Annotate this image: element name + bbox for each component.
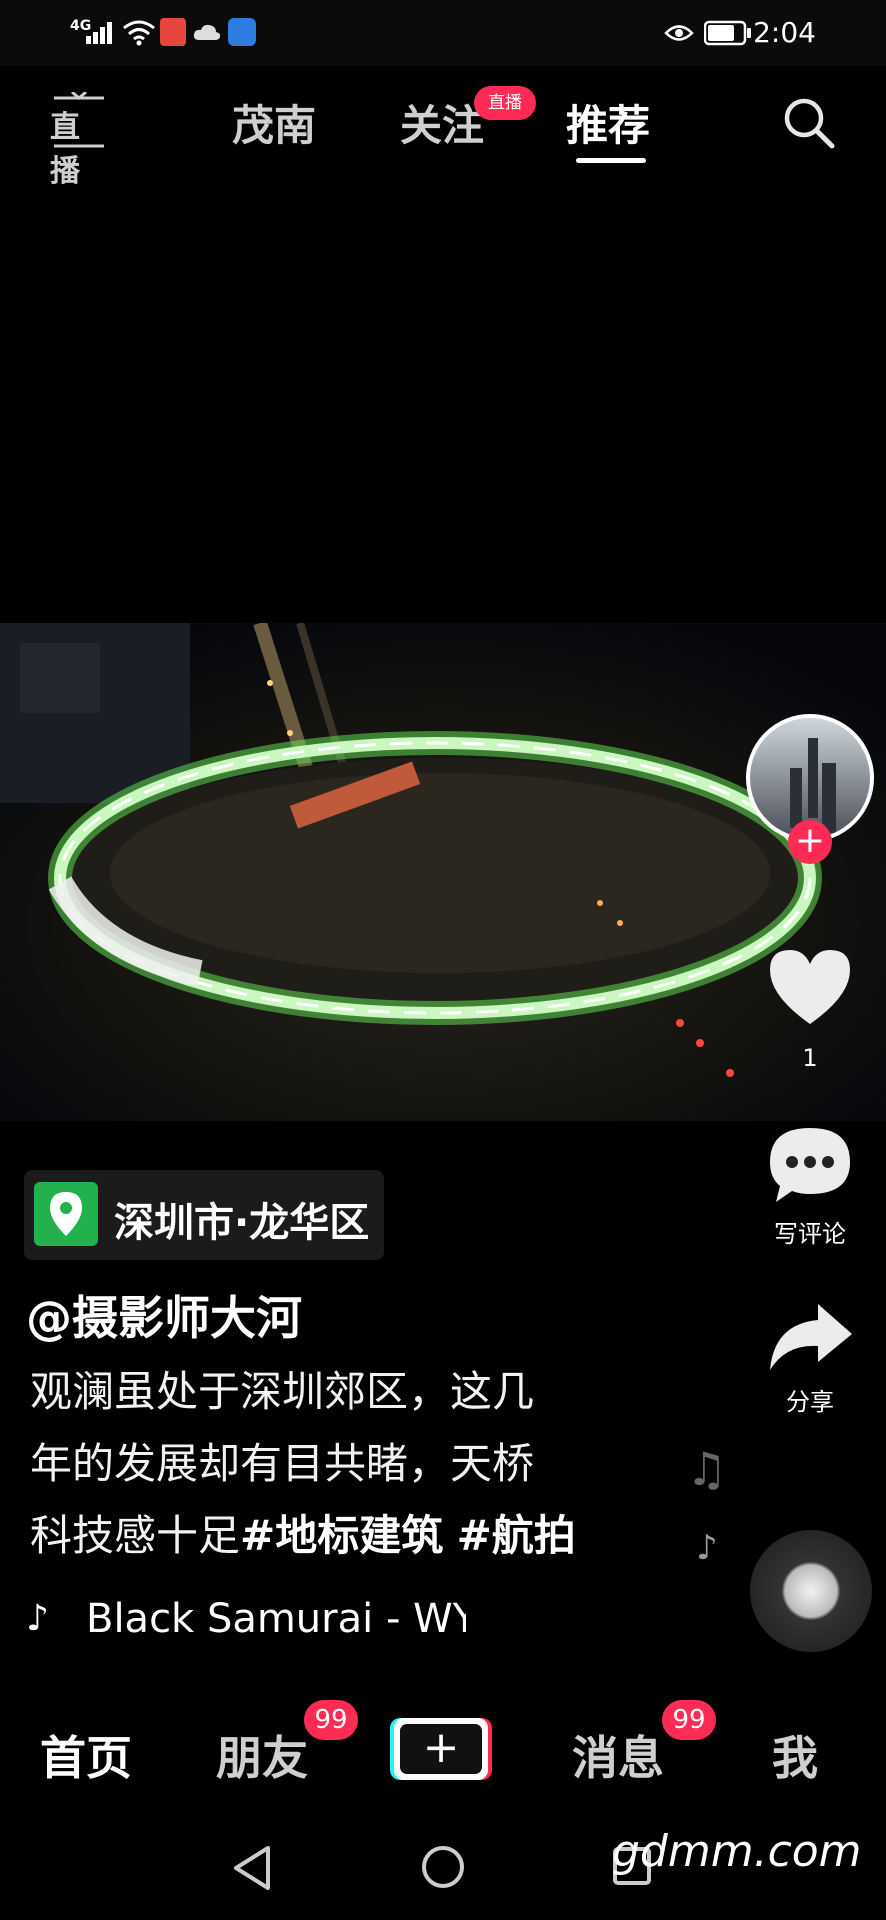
watermark: gdmm.com — [612, 1826, 862, 1877]
video-frame — [0, 623, 886, 1121]
comment-label: 写评论 — [774, 1220, 846, 1248]
signal-icon — [86, 0, 116, 66]
location-tag[interactable]: 深圳市·龙华区 — [24, 1170, 384, 1260]
location-text: 深圳市·龙华区 — [114, 1200, 370, 1246]
hashtag-link[interactable]: #地标建筑 — [240, 1511, 443, 1560]
tab-local[interactable]: 茂南 — [232, 92, 316, 153]
description-line: 观澜虽处于深圳郊区，这几 — [30, 1367, 535, 1416]
back-icon[interactable] — [230, 1844, 274, 1892]
author-handle[interactable]: @摄影师大河 — [26, 1282, 302, 1348]
follow-button[interactable]: + — [788, 820, 832, 864]
home-icon[interactable] — [420, 1844, 466, 1890]
nav-friends[interactable]: 朋友 — [216, 1722, 308, 1788]
status-bar: 4G 2:04 — [0, 0, 886, 66]
live-entry-label: 直播 — [50, 110, 80, 189]
music-note-small-icon: ♪ — [696, 1528, 718, 1568]
like-count: 1 — [802, 1044, 818, 1072]
plus-icon: + — [422, 1722, 460, 1773]
video-player[interactable] — [0, 623, 886, 1121]
cloud-icon — [193, 24, 221, 40]
description-text: 科技感十足 — [30, 1511, 241, 1560]
battery-icon — [704, 20, 751, 46]
share-icon[interactable] — [766, 1300, 854, 1374]
clock: 2:04 — [753, 16, 816, 49]
live-badge: 直播 — [474, 86, 536, 120]
nav-me[interactable]: 我 — [772, 1722, 818, 1788]
wifi-icon — [123, 20, 155, 46]
app-notification-icon — [160, 18, 186, 46]
description-line: 年的发展却有目共睹，天桥 — [30, 1439, 535, 1488]
tab-following[interactable]: 关注 — [400, 92, 484, 153]
nav-home[interactable]: 首页 — [40, 1722, 132, 1788]
music-icon: ♪ — [26, 1598, 49, 1639]
heart-icon[interactable] — [764, 944, 856, 1028]
browser-app-icon — [228, 18, 256, 46]
messages-badge: 99 — [662, 1700, 716, 1740]
friends-badge: 99 — [304, 1700, 358, 1740]
nav-messages[interactable]: 消息 — [572, 1722, 664, 1788]
active-tab-indicator — [576, 158, 646, 163]
music-disc[interactable] — [750, 1530, 872, 1652]
hashtag-link[interactable]: #航拍 — [457, 1511, 576, 1560]
plus-icon: + — [794, 820, 826, 861]
location-pin-icon — [50, 1192, 82, 1236]
music-note-icon: ♫ — [686, 1442, 728, 1496]
search-icon[interactable] — [782, 96, 836, 150]
description-line: 科技感十足#地标建筑 #航拍 — [30, 1502, 576, 1563]
live-entry-button[interactable]: 直播 — [50, 92, 108, 189]
comment-icon[interactable] — [766, 1124, 854, 1206]
create-button[interactable]: + — [390, 1718, 492, 1780]
tab-recommended[interactable]: 推荐 — [566, 92, 650, 153]
share-label: 分享 — [786, 1388, 834, 1416]
eye-icon — [664, 25, 694, 41]
music-title[interactable]: Black Samurai - WY — [86, 1596, 466, 1642]
